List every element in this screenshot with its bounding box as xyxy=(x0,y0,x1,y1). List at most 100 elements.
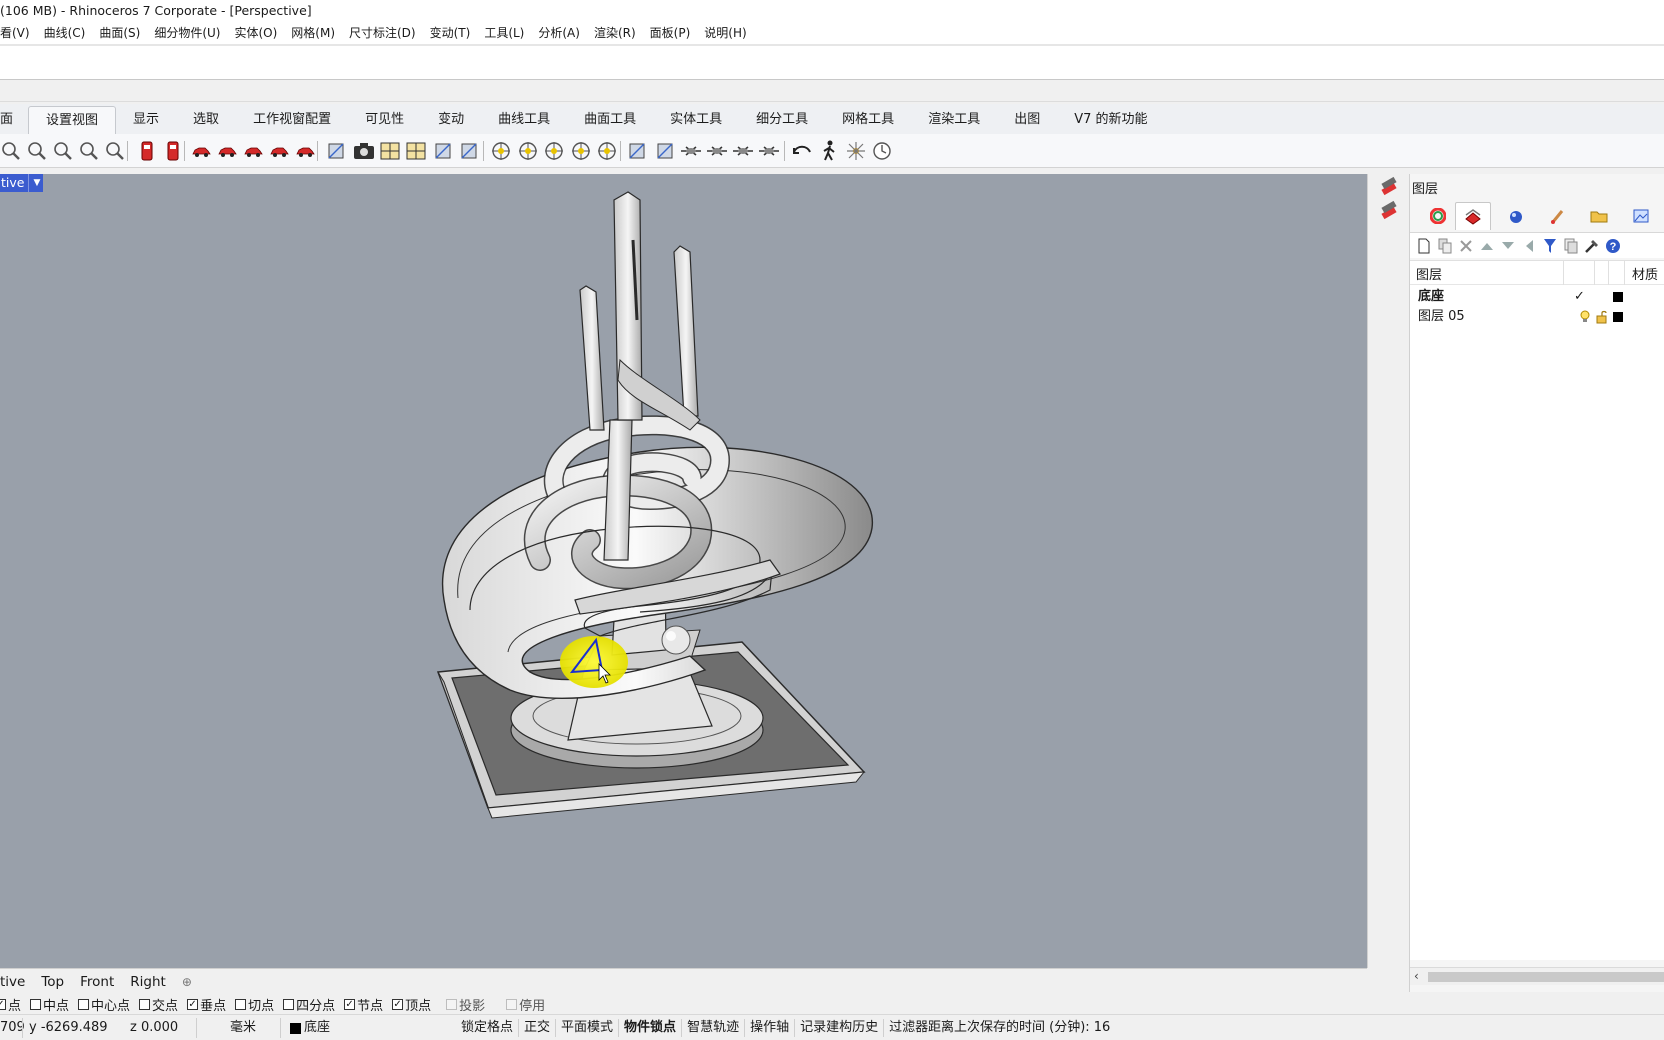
cplane-object-icon[interactable] xyxy=(570,140,592,162)
osnap-checkbox[interactable]: ✓ xyxy=(344,998,356,1010)
unlock-icon[interactable] xyxy=(1596,310,1608,331)
osnap-checkbox[interactable] xyxy=(506,998,518,1010)
osnap-option[interactable]: 中点 xyxy=(30,995,69,1014)
toolbar-tab[interactable]: 网格工具 xyxy=(825,106,911,134)
status-toggle[interactable]: 平面模式 xyxy=(556,1019,620,1037)
toolbar-tab[interactable]: 设置视图 xyxy=(28,106,117,134)
command-prompt-area[interactable] xyxy=(0,80,1664,102)
layers-icon[interactable] xyxy=(1455,202,1491,230)
status-toggle[interactable]: 记录建构历史 xyxy=(795,1019,885,1037)
osnap-checkbox[interactable] xyxy=(235,998,247,1010)
menu-item[interactable]: 网格(M) xyxy=(284,23,342,43)
toolbar-tab[interactable]: 出图 xyxy=(997,106,1057,134)
osnap-checkbox[interactable]: ✓ xyxy=(187,998,199,1010)
fly-view-1-icon[interactable] xyxy=(680,140,702,162)
image-icon[interactable] xyxy=(1623,202,1659,230)
rotate-view-icon[interactable] xyxy=(52,140,74,162)
osnap-checkbox[interactable]: ✓ xyxy=(392,998,404,1010)
status-toggle[interactable]: 物件锁点 xyxy=(619,1019,683,1037)
snap-to-grid-icon[interactable] xyxy=(490,140,512,162)
brush-icon[interactable] xyxy=(1540,202,1576,230)
add-viewport-tab-icon[interactable]: ⊕ xyxy=(174,975,200,989)
toolbar-tab[interactable]: 曲线工具 xyxy=(481,106,567,134)
menu-item[interactable]: 分析(A) xyxy=(531,23,587,43)
command-history-area[interactable] xyxy=(0,46,1664,80)
osnap-option[interactable]: ✓ 点 xyxy=(0,995,21,1014)
zoom-1to1-icon[interactable] xyxy=(104,140,126,162)
fly-view-3-icon[interactable] xyxy=(732,140,754,162)
zoom-extents-icon[interactable] xyxy=(78,140,100,162)
folder-icon[interactable] xyxy=(1581,202,1617,230)
osnap-option[interactable]: 停用 xyxy=(506,995,545,1014)
camera-icon[interactable] xyxy=(353,140,375,162)
toolbar-tab[interactable]: 工作视窗配置 xyxy=(236,106,348,134)
zoom-window-icon[interactable] xyxy=(0,140,22,162)
osnap-option[interactable]: 切点 xyxy=(235,995,274,1014)
fly-view-2-icon[interactable] xyxy=(706,140,728,162)
car-view-1-icon[interactable] xyxy=(190,140,212,162)
osnap-checkbox[interactable] xyxy=(139,998,151,1010)
status-toggle[interactable]: 正交 xyxy=(519,1019,557,1037)
toolbar-tab[interactable]: 实体工具 xyxy=(653,106,739,134)
car-view-4-icon[interactable] xyxy=(268,140,290,162)
current-layer-check-icon[interactable]: ✓ xyxy=(1574,287,1585,307)
new-sublayer-icon[interactable] xyxy=(1436,237,1454,255)
osnap-option[interactable]: 投影 xyxy=(446,995,485,1014)
sculpture-model[interactable] xyxy=(0,174,1367,968)
layer-row[interactable]: 底座 ✓ xyxy=(1410,287,1664,307)
material-column-header[interactable]: 材质 xyxy=(1632,264,1658,283)
osnap-checkbox[interactable] xyxy=(78,998,90,1010)
viewport-tab[interactable]: Top xyxy=(33,974,72,990)
layer-column-header[interactable]: 图层 xyxy=(1416,264,1442,283)
car-view-5-icon[interactable] xyxy=(294,140,316,162)
menu-item[interactable]: 工具(L) xyxy=(477,23,531,43)
named-position-icon[interactable] xyxy=(162,140,184,162)
move-down-icon[interactable] xyxy=(1499,237,1517,255)
status-toggle[interactable]: 智慧轨迹 xyxy=(682,1019,746,1037)
status-toggle[interactable]: 锁定格点 xyxy=(456,1019,520,1037)
toolbar-tab[interactable]: 可见性 xyxy=(348,106,421,134)
current-layer[interactable]: 底座 xyxy=(290,1015,330,1040)
status-toggle[interactable]: 过滤器 xyxy=(884,1019,933,1037)
walkabout-icon[interactable] xyxy=(818,140,840,162)
menu-item[interactable]: 看(V) xyxy=(0,23,37,43)
undo-view-icon[interactable] xyxy=(791,140,813,162)
panel-horizontal-scrollbar[interactable]: ‹ xyxy=(1410,967,1664,985)
toolbar-tab[interactable]: 细分工具 xyxy=(739,106,825,134)
viewport-tab[interactable]: tive xyxy=(0,974,33,990)
car-view-3-icon[interactable] xyxy=(242,140,264,162)
layer-color-swatch[interactable] xyxy=(1613,312,1623,322)
layer-table[interactable]: 图层 材质 底座 ✓ 图层 05 xyxy=(1410,260,1664,960)
toolbar-tab[interactable]: V7 的新功能 xyxy=(1057,106,1164,134)
toolbar-tab[interactable]: 渲染工具 xyxy=(911,106,997,134)
new-layer-icon[interactable] xyxy=(1415,237,1433,255)
toolbar-tab[interactable]: 选取 xyxy=(176,106,236,134)
toolbar-tab[interactable]: 面 xyxy=(0,106,28,134)
scrollbar-thumb[interactable] xyxy=(1428,972,1664,982)
osnap-option[interactable]: ✓ 节点 xyxy=(344,995,383,1014)
light-bulb-icon[interactable] xyxy=(1580,310,1590,331)
four-views-icon[interactable] xyxy=(405,140,427,162)
filter-icon[interactable] xyxy=(1541,237,1559,255)
gumball-align-icon[interactable] xyxy=(626,140,648,162)
menu-item[interactable]: 细分物件(U) xyxy=(147,23,227,43)
help-icon[interactable]: ? xyxy=(1604,237,1622,255)
panel-dock-icons[interactable] xyxy=(1368,174,1410,234)
menu-item[interactable]: 曲线(C) xyxy=(37,23,93,43)
units-label[interactable]: 毫米 xyxy=(230,1015,256,1040)
move-up-icon[interactable] xyxy=(1478,237,1496,255)
osnap-option[interactable]: 交点 xyxy=(139,995,178,1014)
menu-item[interactable]: 实体(O) xyxy=(227,23,284,43)
toolbar-tab[interactable]: 显示 xyxy=(116,106,176,134)
chevron-down-icon[interactable]: ▼ xyxy=(28,174,40,192)
menu-item[interactable]: 尺寸标注(D) xyxy=(342,23,423,43)
menu-item[interactable]: 变动(T) xyxy=(423,23,478,43)
cplane-origin-icon[interactable] xyxy=(517,140,539,162)
viewport-tab[interactable]: Right xyxy=(122,974,174,990)
viewport-tab[interactable]: Front xyxy=(72,974,122,990)
zoom-dynamic-icon[interactable] xyxy=(26,140,48,162)
cplane-elevation-icon[interactable] xyxy=(543,140,565,162)
viewport-title[interactable]: tive ▼ xyxy=(0,174,44,192)
layer-name[interactable]: 图层 05 xyxy=(1418,307,1465,327)
osnap-option[interactable]: ✓ 顶点 xyxy=(392,995,431,1014)
